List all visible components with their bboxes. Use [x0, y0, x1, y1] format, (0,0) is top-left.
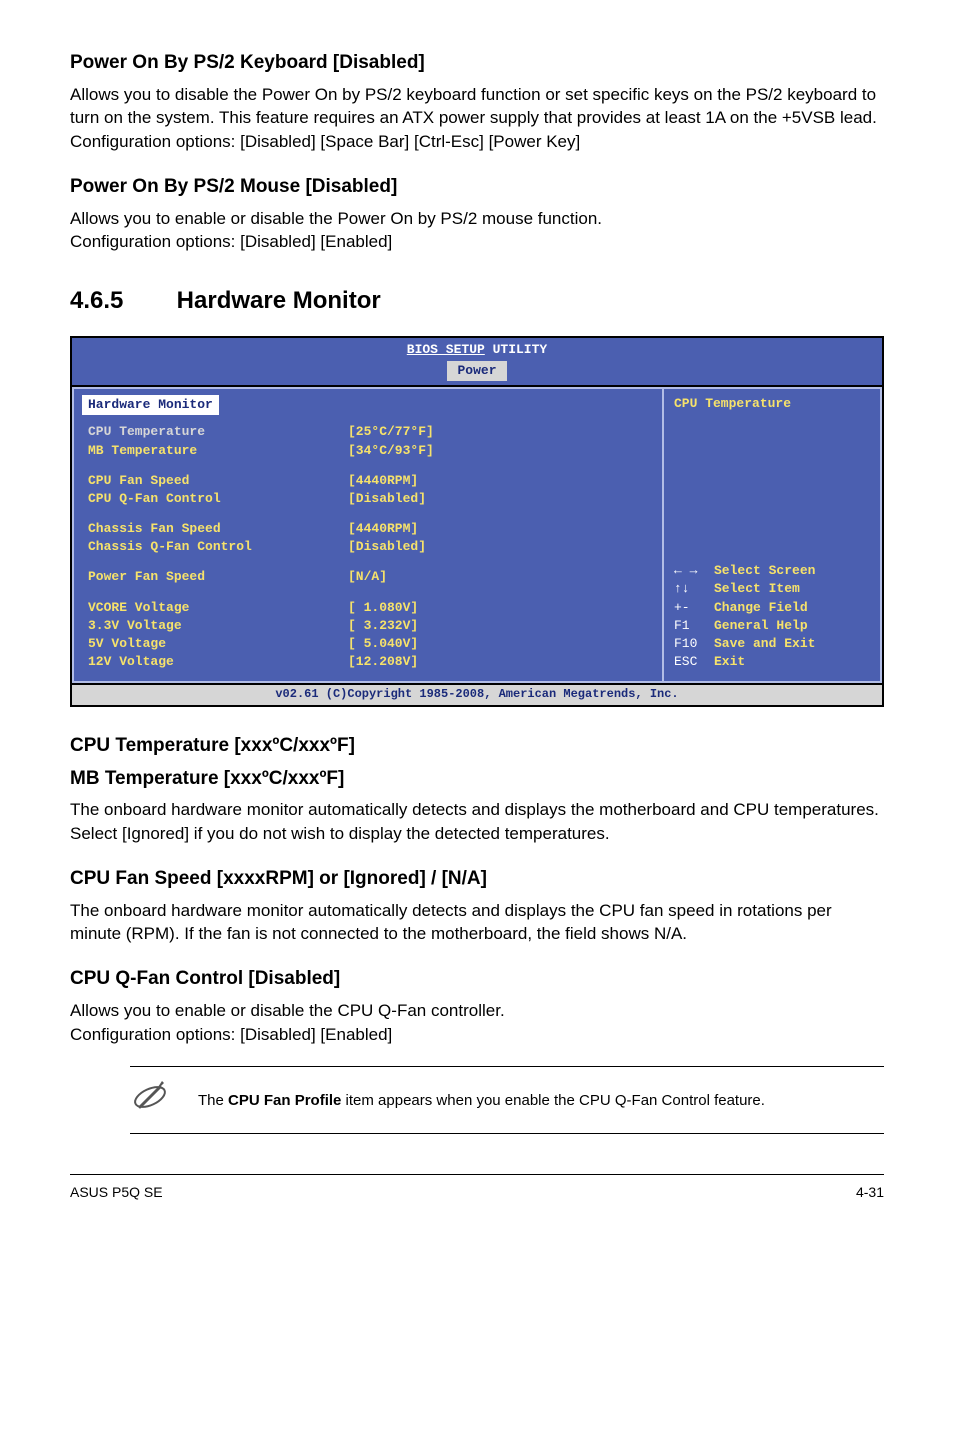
note-icon	[130, 1077, 170, 1123]
bios-row: CPU Q-Fan Control[Disabled]	[88, 490, 648, 508]
bios-row-label: Power Fan Speed	[88, 568, 348, 586]
bios-right-panel: CPU Temperature ← →Select Screen↑↓Select…	[662, 387, 882, 683]
bios-footer: v02.61 (C)Copyright 1985-2008, American …	[72, 685, 882, 705]
bios-row-value: [Disabled]	[348, 538, 426, 556]
bios-row-value: [34°C/93°F]	[348, 442, 434, 460]
bios-row: VCORE Voltage[ 1.080V]	[88, 599, 648, 617]
bios-title-rest: UTILITY	[485, 342, 547, 357]
bios-key-legend: ← →Select Screen↑↓Select Item+-Change Fi…	[674, 562, 870, 671]
section-title: Hardware Monitor	[177, 287, 381, 314]
bios-key-desc: Exit	[714, 653, 870, 671]
text: Configuration options: [Disabled] [Enabl…	[70, 232, 392, 251]
bios-row: CPU Fan Speed[4440RPM]	[88, 472, 648, 490]
bios-panel-title: Hardware Monitor	[82, 395, 219, 415]
bios-key-desc: Change Field	[714, 599, 870, 617]
text: Configuration options: [Disabled] [Enabl…	[70, 1025, 392, 1044]
footer-left: ASUS P5Q SE	[70, 1183, 163, 1203]
bios-left-panel: Hardware Monitor CPU Temperature[25°C/77…	[72, 387, 662, 683]
bios-row-label: CPU Q-Fan Control	[88, 490, 348, 508]
bios-row-label: 5V Voltage	[88, 635, 348, 653]
bios-key-row: ← →Select Screen	[674, 562, 870, 580]
bios-row: MB Temperature[34°C/93°F]	[88, 442, 648, 460]
bios-row-value: [ 5.040V]	[348, 635, 418, 653]
text: item appears when you enable the CPU Q-F…	[341, 1092, 765, 1109]
section-number: 4.6.5	[70, 284, 170, 318]
bios-row-value: [4440RPM]	[348, 520, 418, 538]
bios-row: Chassis Fan Speed[4440RPM]	[88, 520, 648, 538]
para-mouse: Allows you to enable or disable the Powe…	[70, 207, 884, 255]
bios-key: ← →	[674, 562, 714, 580]
heading-power-on-keyboard: Power On By PS/2 Keyboard [Disabled]	[70, 50, 884, 77]
text: Configuration options: [Disabled] [Space…	[70, 132, 580, 151]
para-cpu-qfan: Allows you to enable or disable the CPU …	[70, 999, 884, 1047]
footer-right: 4-31	[856, 1183, 884, 1203]
text: Allows you to enable or disable the Powe…	[70, 209, 602, 228]
para-keyboard: Allows you to disable the Power On by PS…	[70, 83, 884, 154]
bios-key: +-	[674, 599, 714, 617]
text: The	[198, 1092, 228, 1109]
bios-key-row: F1General Help	[674, 617, 870, 635]
bios-row: 12V Voltage[12.208V]	[88, 653, 648, 671]
bios-row-value: [Disabled]	[348, 490, 426, 508]
bios-key: F1	[674, 617, 714, 635]
bios-screenshot: BIOS SETUP UTILITY Power Hardware Monito…	[70, 336, 884, 707]
heading-cpu-fan-speed: CPU Fan Speed [xxxxRPM] or [Ignored] / […	[70, 866, 884, 893]
bios-tab-power: Power	[447, 361, 506, 381]
bios-row: Chassis Q-Fan Control[Disabled]	[88, 538, 648, 556]
bios-tabbar: Power	[72, 359, 882, 385]
bios-title: BIOS SETUP UTILITY	[72, 338, 882, 359]
bios-row-label: CPU Fan Speed	[88, 472, 348, 490]
bios-key-desc: Select Screen	[714, 562, 870, 580]
bios-row-value: [ 3.232V]	[348, 617, 418, 635]
page-footer: ASUS P5Q SE 4-31	[70, 1174, 884, 1203]
heading-cpu-qfan: CPU Q-Fan Control [Disabled]	[70, 966, 884, 993]
note-bold: CPU Fan Profile	[228, 1092, 341, 1109]
heading-cpu-temp: CPU Temperature [xxxºC/xxxºF]	[70, 733, 884, 760]
note-text: The CPU Fan Profile item appears when yo…	[198, 1090, 765, 1111]
bios-key-row: ESCExit	[674, 653, 870, 671]
bios-key: ↑↓	[674, 580, 714, 598]
bios-row-label: Chassis Fan Speed	[88, 520, 348, 538]
bios-row-value: [25°C/77°F]	[348, 423, 434, 441]
bios-row: 3.3V Voltage[ 3.232V]	[88, 617, 648, 635]
text: Allows you to enable or disable the CPU …	[70, 1001, 505, 1020]
bios-key-row: ↑↓Select Item	[674, 580, 870, 598]
bios-row-label: CPU Temperature	[88, 423, 348, 441]
bios-row-label: MB Temperature	[88, 442, 348, 460]
para-temp: The onboard hardware monitor automatical…	[70, 798, 884, 846]
bios-row: CPU Temperature[25°C/77°F]	[88, 423, 648, 441]
bios-row-label: 12V Voltage	[88, 653, 348, 671]
heading-power-on-mouse: Power On By PS/2 Mouse [Disabled]	[70, 174, 884, 201]
bios-body: Hardware Monitor CPU Temperature[25°C/77…	[72, 385, 882, 685]
note-box: The CPU Fan Profile item appears when yo…	[130, 1066, 884, 1134]
bios-row-value: [12.208V]	[348, 653, 418, 671]
bios-row: 5V Voltage[ 5.040V]	[88, 635, 648, 653]
bios-key: ESC	[674, 653, 714, 671]
text: Allows you to disable the Power On by PS…	[70, 85, 877, 128]
bios-row-label: Chassis Q-Fan Control	[88, 538, 348, 556]
bios-row-value: [ 1.080V]	[348, 599, 418, 617]
bios-key-desc: General Help	[714, 617, 870, 635]
bios-row-value: [4440RPM]	[348, 472, 418, 490]
bios-key-row: F10Save and Exit	[674, 635, 870, 653]
section-heading-hardware-monitor: 4.6.5 Hardware Monitor	[70, 284, 884, 318]
bios-title-underlined: BIOS SETUP	[407, 342, 485, 357]
bios-row-label: 3.3V Voltage	[88, 617, 348, 635]
para-cpu-fan-speed: The onboard hardware monitor automatical…	[70, 899, 884, 947]
heading-mb-temp: MB Temperature [xxxºC/xxxºF]	[70, 766, 884, 793]
bios-key-desc: Select Item	[714, 580, 870, 598]
bios-key-desc: Save and Exit	[714, 635, 870, 653]
bios-help-text: CPU Temperature	[674, 395, 870, 413]
bios-row-label: VCORE Voltage	[88, 599, 348, 617]
bios-row-value: [N/A]	[348, 568, 387, 586]
bios-key: F10	[674, 635, 714, 653]
bios-key-row: +-Change Field	[674, 599, 870, 617]
bios-row: Power Fan Speed[N/A]	[88, 568, 648, 586]
